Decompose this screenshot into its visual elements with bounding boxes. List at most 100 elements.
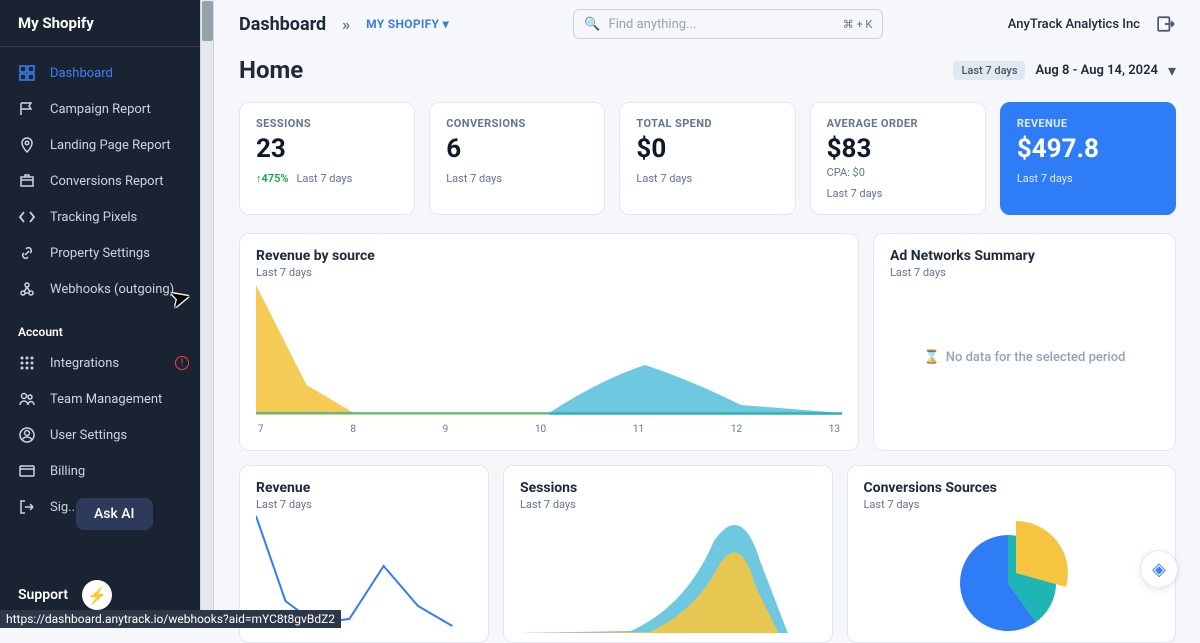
user-icon — [18, 426, 36, 444]
sidebar-item-label: Landing Page Report — [50, 138, 171, 153]
sidebar-item-team[interactable]: Team Management — [0, 381, 205, 417]
search-input[interactable]: 🔍 Find anything... ⌘ + K — [573, 9, 883, 39]
chevron-right-icon: » — [342, 15, 350, 34]
flag-icon — [18, 100, 36, 118]
link-icon — [18, 244, 36, 262]
page-header: Home Last 7 days Aug 8 - Aug 14, 2024 ▾ — [239, 56, 1176, 84]
sidebar-item-label: Sig... — [50, 500, 78, 515]
sidebar-item-landing[interactable]: Landing Page Report — [0, 127, 205, 163]
sidebar-item-label: Campaign Report — [50, 102, 151, 117]
logout-icon[interactable] — [1156, 14, 1176, 34]
empty-state: ⌛ No data for the selected period — [890, 279, 1159, 436]
sidebar-item-user[interactable]: User Settings — [0, 417, 205, 453]
search-icon: 🔍 — [584, 17, 600, 32]
date-range-picker[interactable]: Last 7 days Aug 8 - Aug 14, 2024 ▾ — [953, 61, 1176, 80]
sidebar-section-account: Account — [0, 307, 205, 345]
sidebar-item-label: Team Management — [50, 392, 162, 407]
grid-icon — [18, 354, 36, 372]
box-icon — [18, 172, 36, 190]
chart-sessions — [520, 511, 816, 636]
kpi-value: 23 — [256, 134, 398, 164]
sidebar-item-conversions[interactable]: Conversions Report — [0, 163, 205, 199]
topbar: Dashboard » MY SHOPIFY ▾ 🔍 Find anything… — [215, 0, 1200, 48]
chart-revenue-by-source: 78910111213 — [256, 285, 842, 435]
kpi-label: SESSIONS — [256, 117, 398, 130]
panel-sub: Last 7 days — [256, 266, 842, 279]
kpi-sessions[interactable]: SESSIONS 23 ↑475% Last 7 days — [239, 102, 415, 215]
exit-icon — [18, 498, 36, 516]
sidebar-item-label: Conversions Report — [50, 174, 164, 189]
sidebar-item-pixels[interactable]: Tracking Pixels — [0, 199, 205, 235]
panel-title: Sessions — [520, 480, 816, 496]
kpi-label: AVERAGE ORDER — [827, 117, 969, 130]
status-bar-url: https://dashboard.anytrack.io/webhooks?a… — [0, 610, 341, 628]
sidebar-item-label: Billing — [50, 464, 85, 479]
panel-title: Revenue by source — [256, 248, 842, 264]
panel-title: Ad Networks Summary — [890, 248, 1159, 264]
code-icon — [18, 208, 36, 226]
help-fab[interactable]: ◈ — [1140, 550, 1178, 588]
org-name[interactable]: AnyTrack Analytics Inc — [1008, 17, 1140, 32]
support-row[interactable]: Support ⚡ — [0, 580, 130, 610]
kpi-value: $0 — [636, 134, 778, 164]
page-body: Home Last 7 days Aug 8 - Aug 14, 2024 ▾ … — [215, 48, 1200, 643]
chart-conversions-pie — [936, 515, 1086, 635]
sidebar-item-webhooks[interactable]: Webhooks (outgoing) — [0, 271, 205, 307]
kpi-label: TOTAL SPEND — [636, 117, 778, 130]
kpi-label: REVENUE — [1017, 117, 1159, 130]
chart-x-axis: 78910111213 — [256, 424, 842, 435]
kpi-period: Last 7 days — [636, 172, 692, 185]
sidebar-item-property[interactable]: Property Settings — [0, 235, 205, 271]
sidebar-item-label: Property Settings — [50, 246, 150, 261]
sidebar-item-billing[interactable]: Billing — [0, 453, 205, 489]
kpi-revenue[interactable]: REVENUE $497.8 Last 7 days — [1000, 102, 1176, 215]
sidebar-item-label: Dashboard — [50, 66, 113, 81]
search-shortcut: ⌘ + K — [843, 18, 873, 31]
panel-revenue-by-source: Revenue by source Last 7 days 7891011121… — [239, 233, 859, 451]
caret-down-icon: ▾ — [443, 17, 449, 31]
kpi-value: $497.8 — [1017, 134, 1159, 164]
kpi-spend[interactable]: TOTAL SPEND $0 Last 7 days — [619, 102, 795, 215]
sidebar: My Shopify Dashboard Campaign Report Lan… — [0, 0, 205, 628]
panel-sub: Last 7 days — [256, 498, 472, 511]
breadcrumb-title: Dashboard — [239, 14, 326, 35]
hourglass-icon: ⌛ — [924, 350, 940, 365]
kpi-period: Last 7 days — [827, 187, 883, 200]
pin-icon — [18, 136, 36, 154]
ask-ai-button[interactable]: Ask AI — [76, 498, 153, 530]
search-placeholder: Find anything... — [609, 17, 697, 32]
support-label: Support — [18, 587, 68, 603]
panel-sessions: Sessions Last 7 days — [503, 465, 833, 643]
sidebar-scrollbar[interactable] — [200, 0, 214, 628]
panel-sub: Last 7 days — [520, 498, 816, 511]
sidebar-item-label: User Settings — [50, 428, 127, 443]
sidebar-item-dashboard[interactable]: Dashboard — [0, 55, 205, 91]
team-icon — [18, 390, 36, 408]
property-dropdown[interactable]: MY SHOPIFY ▾ — [366, 17, 449, 31]
scrollbar-thumb[interactable] — [202, 1, 213, 41]
kpi-conversions[interactable]: CONVERSIONS 6 Last 7 days — [429, 102, 605, 215]
kpi-period: Last 7 days — [1017, 172, 1073, 185]
kpi-period: Last 7 days — [446, 172, 502, 185]
panels-row-2: Revenue Last 7 days Sessions Last 7 days… — [239, 465, 1176, 643]
panel-title: Revenue — [256, 480, 472, 496]
panel-sub: Last 7 days — [864, 498, 1160, 511]
kpi-period: Last 7 days — [296, 172, 352, 185]
dashboard-icon — [18, 64, 36, 82]
sidebar-title: My Shopify — [0, 0, 205, 47]
webhook-icon — [18, 280, 36, 298]
sidebar-item-label: Webhooks (outgoing) — [50, 282, 174, 297]
kpi-avg-order[interactable]: AVERAGE ORDER $83 CPA: $0 Last 7 days — [810, 102, 986, 215]
main: Dashboard » MY SHOPIFY ▾ 🔍 Find anything… — [215, 0, 1200, 628]
panel-title: Conversions Sources — [864, 480, 1160, 496]
panel-conversions-sources: Conversions Sources Last 7 days — [847, 465, 1177, 643]
card-icon — [18, 462, 36, 480]
kpi-extra: CPA: $0 — [827, 166, 969, 179]
sidebar-item-integrations[interactable]: Integrations ! — [0, 345, 205, 381]
kpi-value: $83 — [827, 134, 969, 164]
sidebar-item-campaign[interactable]: Campaign Report — [0, 91, 205, 127]
kpi-label: CONVERSIONS — [446, 117, 588, 130]
sidebar-item-label: Tracking Pixels — [50, 210, 137, 225]
panel-sub: Last 7 days — [890, 266, 1159, 279]
kpi-delta: ↑475% — [256, 172, 288, 185]
